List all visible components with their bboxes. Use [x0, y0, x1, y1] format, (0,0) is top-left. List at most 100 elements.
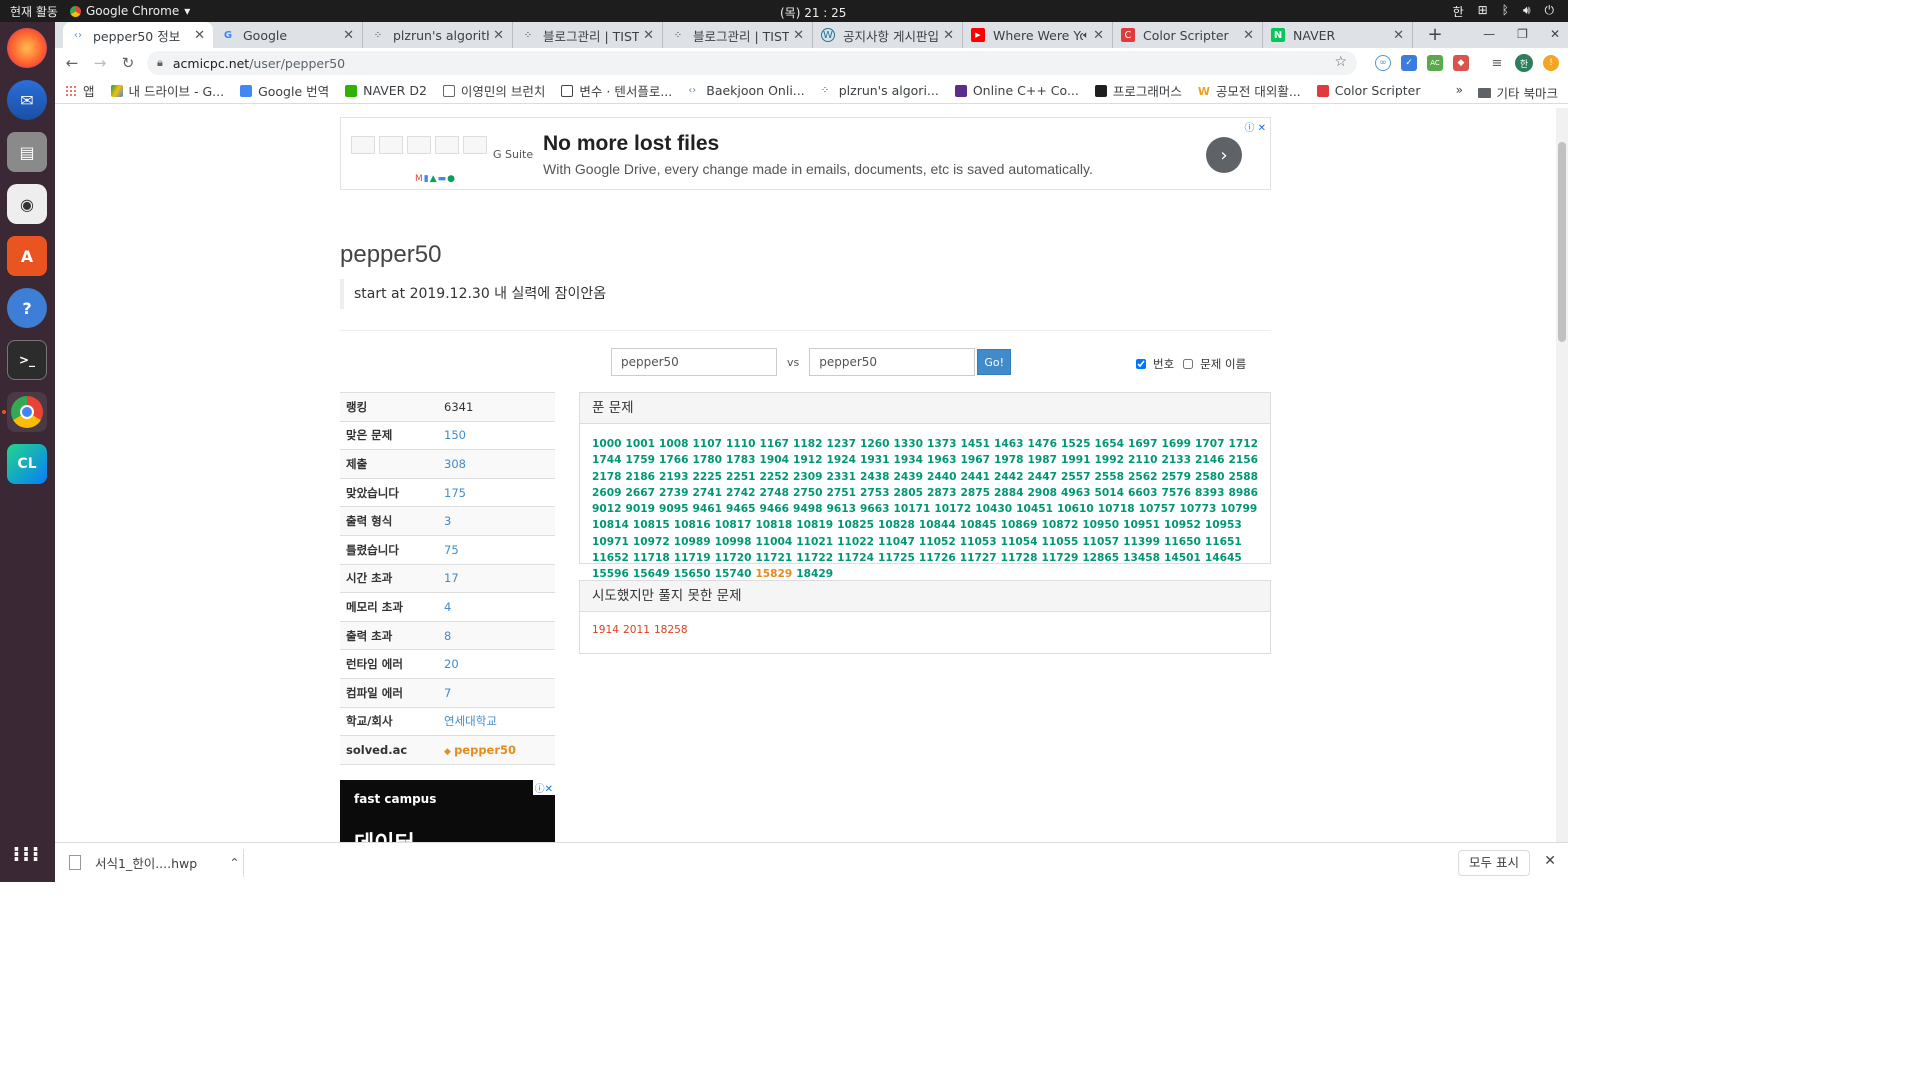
- solved-problem-link[interactable]: 1904: [760, 452, 790, 468]
- solved-problem-link[interactable]: 2225: [693, 469, 723, 485]
- show-all-button[interactable]: 모두 표시: [1458, 850, 1530, 876]
- solved-problem-link[interactable]: 1766: [659, 452, 689, 468]
- solved-problem-link[interactable]: 9498: [793, 501, 823, 517]
- close-icon[interactable]: ✕: [1093, 28, 1104, 43]
- restore-icon[interactable]: ❐: [1517, 27, 1528, 41]
- solved-problem-link[interactable]: 11728: [1001, 550, 1038, 566]
- close-icon[interactable]: ✕: [1544, 853, 1556, 869]
- system-tray[interactable]: 한 ⊞ ᛒ 🔊︎ ⏻: [1453, 3, 1554, 20]
- ad-headline[interactable]: No more lost files: [543, 132, 719, 156]
- solved-problem-link[interactable]: 2609: [592, 485, 622, 501]
- solved-problem-link[interactable]: 10817: [715, 517, 752, 533]
- solved-problem-link[interactable]: 2447: [1028, 469, 1058, 485]
- rhythmbox-icon[interactable]: ◉: [7, 184, 47, 224]
- solved-problem-link[interactable]: 1167: [760, 436, 790, 452]
- vs-user-1-input[interactable]: [611, 348, 777, 376]
- solved-problem-link[interactable]: 10869: [1001, 517, 1038, 533]
- solved-problem-link[interactable]: 1759: [626, 452, 656, 468]
- tab-tistory-1[interactable]: ⁘ 블로그관리 | TISTORY ✕: [513, 22, 663, 48]
- lock-icon[interactable]: 🔒︎: [157, 56, 163, 70]
- solved-problem-link[interactable]: 10819: [796, 517, 833, 533]
- solved-problem-link[interactable]: 11722: [796, 550, 833, 566]
- solved-problem-link[interactable]: 2750: [793, 485, 823, 501]
- failed-problem-link[interactable]: 18258: [654, 624, 688, 636]
- solved-problem-link[interactable]: 6603: [1128, 485, 1158, 501]
- solved-problem-link[interactable]: 1008: [659, 436, 689, 452]
- solved-problem-link[interactable]: 10825: [837, 517, 874, 533]
- stats-value[interactable]: 4: [444, 600, 451, 614]
- solved-problem-link[interactable]: 10718: [1098, 501, 1135, 517]
- solved-problem-link[interactable]: 1110: [726, 436, 756, 452]
- page-scrollbar[interactable]: [1556, 108, 1568, 842]
- solved-problem-link[interactable]: 1697: [1128, 436, 1158, 452]
- solved-problem-link[interactable]: 10818: [755, 517, 792, 533]
- solved-problem-link[interactable]: 11726: [919, 550, 956, 566]
- solved-problem-link[interactable]: 11719: [674, 550, 711, 566]
- solved-problem-link[interactable]: 2748: [760, 485, 790, 501]
- close-icon[interactable]: ✕: [1243, 28, 1254, 43]
- bookmark-tensorflow[interactable]: 변수 · 텐서플로...: [561, 81, 672, 100]
- bookmark-naver-d2[interactable]: NAVER D2: [345, 83, 427, 98]
- update-icon[interactable]: !: [1543, 55, 1559, 71]
- solved-problem-link[interactable]: 2178: [592, 469, 622, 485]
- clock[interactable]: (목) 21 : 25: [780, 4, 846, 21]
- solved-problem-link[interactable]: 10172: [934, 501, 971, 517]
- software-center-icon[interactable]: A: [7, 236, 47, 276]
- solved-problem-link[interactable]: 10171: [894, 501, 931, 517]
- bookmark-brunch[interactable]: 이영민의 브런치: [442, 81, 545, 100]
- scrollbar-thumb[interactable]: [1558, 142, 1566, 342]
- go-button[interactable]: Go!: [977, 349, 1012, 375]
- bookmark-translate[interactable]: Google 번역: [240, 81, 329, 100]
- tab-notice[interactable]: W 공지사항 게시판입니다 ✕: [813, 22, 963, 48]
- solved-problem-link[interactable]: 1967: [961, 452, 991, 468]
- solved-problem-link[interactable]: 4963: [1061, 485, 1091, 501]
- solved-problem-link[interactable]: 1963: [927, 452, 957, 468]
- solved-problem-link[interactable]: 1000: [592, 436, 622, 452]
- stats-value[interactable]: 17: [444, 571, 459, 585]
- solved-problem-link[interactable]: 2579: [1162, 469, 1192, 485]
- solved-problem-link[interactable]: 10844: [919, 517, 956, 533]
- stats-value[interactable]: pepper50: [454, 743, 516, 757]
- extension-icon[interactable]: AC: [1427, 55, 1443, 71]
- solved-problem-link[interactable]: 2873: [927, 485, 957, 501]
- close-icon[interactable]: ✕: [1393, 28, 1404, 43]
- bookmarks-overflow-button[interactable]: »: [1456, 83, 1463, 97]
- stats-value[interactable]: 8: [444, 629, 451, 643]
- tab-youtube[interactable]: ▶ Where Were You 🔈︎ ✕: [963, 22, 1113, 48]
- solved-problem-link[interactable]: 11022: [837, 534, 874, 550]
- solved-problem-link[interactable]: 1991: [1061, 452, 1091, 468]
- tab-plzrun[interactable]: ⁘ plzrun's algorithm ✕: [363, 22, 513, 48]
- solved-problem-link[interactable]: 1260: [860, 436, 890, 452]
- network-icon[interactable]: ⊞: [1478, 3, 1488, 20]
- solved-problem-link[interactable]: 1699: [1162, 436, 1192, 452]
- extension-icon[interactable]: ◆: [1453, 55, 1469, 71]
- terminal-icon[interactable]: >_: [7, 340, 47, 380]
- solved-problem-link[interactable]: 10451: [1016, 501, 1053, 517]
- solved-problem-link[interactable]: 2739: [659, 485, 689, 501]
- address-bar[interactable]: 🔒︎ acmicpc.net/user/pepper50 ☆: [147, 51, 1357, 75]
- solved-problem-link[interactable]: 2667: [626, 485, 656, 501]
- tab-tistory-2[interactable]: ⁘ 블로그관리 | TISTORY ✕: [663, 22, 813, 48]
- solved-problem-link[interactable]: 11650: [1164, 534, 1201, 550]
- solved-problem-link[interactable]: 2442: [994, 469, 1024, 485]
- solved-problem-link[interactable]: 2146: [1195, 452, 1225, 468]
- vs-user-2-input[interactable]: [809, 348, 976, 376]
- solved-problem-link[interactable]: 11054: [1001, 534, 1038, 550]
- solved-problem-link[interactable]: 10950: [1082, 517, 1119, 533]
- solved-problem-link[interactable]: 10951: [1123, 517, 1160, 533]
- solved-problem-link[interactable]: 10610: [1057, 501, 1094, 517]
- failed-problem-link[interactable]: 2011: [623, 624, 650, 636]
- media-icon[interactable]: ≡: [1489, 55, 1505, 71]
- stats-value[interactable]: 3: [444, 514, 451, 528]
- solved-problem-link[interactable]: 2557: [1061, 469, 1091, 485]
- solved-problem-link[interactable]: 11053: [960, 534, 997, 550]
- tab-pepper50[interactable]: ‹› pepper50 정보 ✕: [63, 22, 213, 48]
- solved-problem-link[interactable]: 2309: [793, 469, 823, 485]
- solved-problem-link[interactable]: 13458: [1123, 550, 1160, 566]
- solved-problem-link[interactable]: 10430: [975, 501, 1012, 517]
- solved-problem-link[interactable]: 2156: [1229, 452, 1259, 468]
- solved-problem-link[interactable]: 2186: [626, 469, 656, 485]
- solved-problem-link[interactable]: 1783: [726, 452, 756, 468]
- solved-problem-link[interactable]: 1707: [1195, 436, 1225, 452]
- solved-problem-link[interactable]: 1373: [927, 436, 957, 452]
